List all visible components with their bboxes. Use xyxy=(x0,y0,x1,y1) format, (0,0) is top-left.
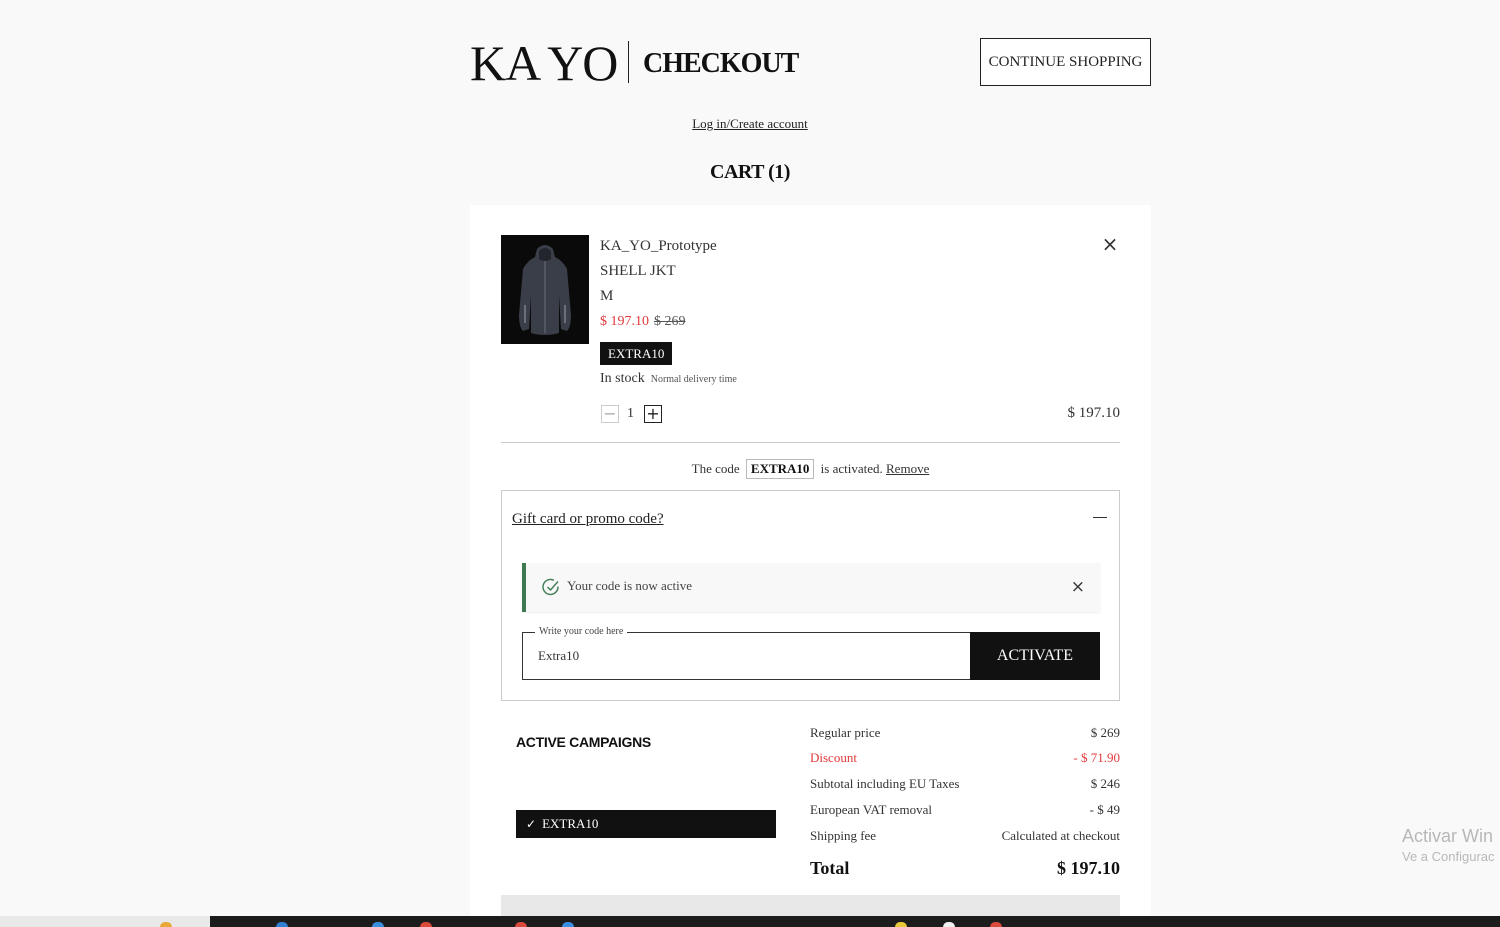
promo-code-input[interactable] xyxy=(538,648,958,664)
quantity-value: 1 xyxy=(627,406,634,421)
success-notification: Your code is now active × xyxy=(522,563,1100,612)
activated-code-chip: EXTRA10 xyxy=(745,459,815,479)
divider xyxy=(501,442,1120,443)
stock-status: In stock Normal delivery time xyxy=(600,371,737,387)
logo-divider xyxy=(628,41,629,83)
taskbar-app-icon[interactable] xyxy=(943,922,955,927)
summary-value: - $ 49 xyxy=(1089,802,1120,817)
continue-shopping-button[interactable]: CONTINUE SHOPPING xyxy=(980,38,1151,86)
taskbar xyxy=(0,916,1500,927)
remove-item-close-icon[interactable]: × xyxy=(1101,234,1119,254)
summary-label: Subtotal including EU Taxes xyxy=(810,776,960,791)
check-icon: ✓ xyxy=(526,817,537,831)
campaign-item: ✓ EXTRA10 xyxy=(516,810,776,838)
close-notification-icon[interactable]: × xyxy=(1071,577,1085,597)
code-activated-prefix: The code xyxy=(691,461,740,476)
code-activated-message: The code EXTRA10 is activated. Remove xyxy=(470,459,1151,479)
active-campaigns-title: ACTIVE CAMPAIGNS xyxy=(516,734,651,750)
promo-code-toggle[interactable]: Gift card or promo code? xyxy=(512,511,664,528)
quantity-increase-button[interactable]: + xyxy=(644,405,662,423)
summary-label: Regular price xyxy=(810,725,881,740)
summary-label: Shipping fee xyxy=(810,828,877,843)
applied-code-tag: EXTRA10 xyxy=(600,342,673,365)
taskbar-app-icon[interactable] xyxy=(160,922,172,927)
summary-label: Discount xyxy=(810,750,857,765)
taskbar-app-icon[interactable] xyxy=(895,922,907,927)
taskbar-app-icon[interactable] xyxy=(990,922,1002,927)
total-value: $ 197.10 xyxy=(1057,858,1120,878)
product-size: M xyxy=(600,288,614,304)
remove-code-link[interactable]: Remove xyxy=(886,461,929,476)
code-activated-suffix: is activated. xyxy=(820,461,883,476)
sale-price: $ 197.10 xyxy=(600,314,649,329)
kayo-logo[interactable]: KA YO xyxy=(470,38,618,88)
taskbar-search-area[interactable] xyxy=(0,916,210,927)
site-header: KA YO CHECKOUT CONTINUE SHOPPING xyxy=(470,38,1151,88)
login-create-account-link[interactable]: Log in/Create account xyxy=(0,116,1500,132)
collapse-minus-icon[interactable] xyxy=(1093,517,1107,518)
page-title: CHECKOUT xyxy=(643,48,799,79)
taskbar-app-icon[interactable] xyxy=(562,922,574,927)
watermark-line1: Activar Win xyxy=(1402,826,1494,846)
summary-label: European VAT removal xyxy=(810,802,933,817)
quantity-decrease-button[interactable]: − xyxy=(601,405,619,423)
cart-title: CART (1) xyxy=(710,161,790,183)
stock-label: In stock xyxy=(600,371,645,386)
summary-value: $ 269 xyxy=(1090,725,1120,740)
taskbar-app-icon[interactable] xyxy=(420,922,432,927)
watermark-line2: Ve a Configurac xyxy=(1402,849,1495,864)
jacket-icon xyxy=(501,235,589,344)
activate-button[interactable]: ACTIVATE xyxy=(970,632,1100,680)
summary-value: Calculated at checkout xyxy=(1001,828,1120,843)
success-message: Your code is now active xyxy=(567,578,693,593)
campaign-name: EXTRA10 xyxy=(542,816,599,831)
original-price: $ 269 xyxy=(654,314,686,329)
product-type: SHELL JKT xyxy=(600,263,676,279)
total-label: Total xyxy=(810,858,850,878)
product-name[interactable]: KA_YO_Prototype xyxy=(600,238,717,255)
windows-activation-watermark: Activar Win Ve a Configurac xyxy=(1402,826,1495,864)
taskbar-app-icon[interactable] xyxy=(515,922,527,927)
product-price: $ 197.10 $ 269 xyxy=(600,313,686,330)
promo-code-field[interactable]: Write your code here xyxy=(522,626,971,680)
check-circle-icon xyxy=(542,578,559,596)
promo-field-label: Write your code here xyxy=(535,626,628,637)
line-total: $ 197.10 xyxy=(1067,405,1121,421)
summary-value: $ 246 xyxy=(1090,776,1120,791)
cart-panel: KA_YO_Prototype SHELL JKT M $ 197.10 $ 26… xyxy=(470,205,1151,927)
taskbar-app-icon[interactable] xyxy=(276,922,288,927)
summary-value: - $ 71.90 xyxy=(1073,750,1120,765)
promo-code-section: Gift card or promo code? Your code is no… xyxy=(501,490,1120,701)
taskbar-app-icon[interactable] xyxy=(372,922,384,927)
jacket-image[interactable] xyxy=(501,235,589,344)
delivery-time: Normal delivery time xyxy=(650,374,737,385)
